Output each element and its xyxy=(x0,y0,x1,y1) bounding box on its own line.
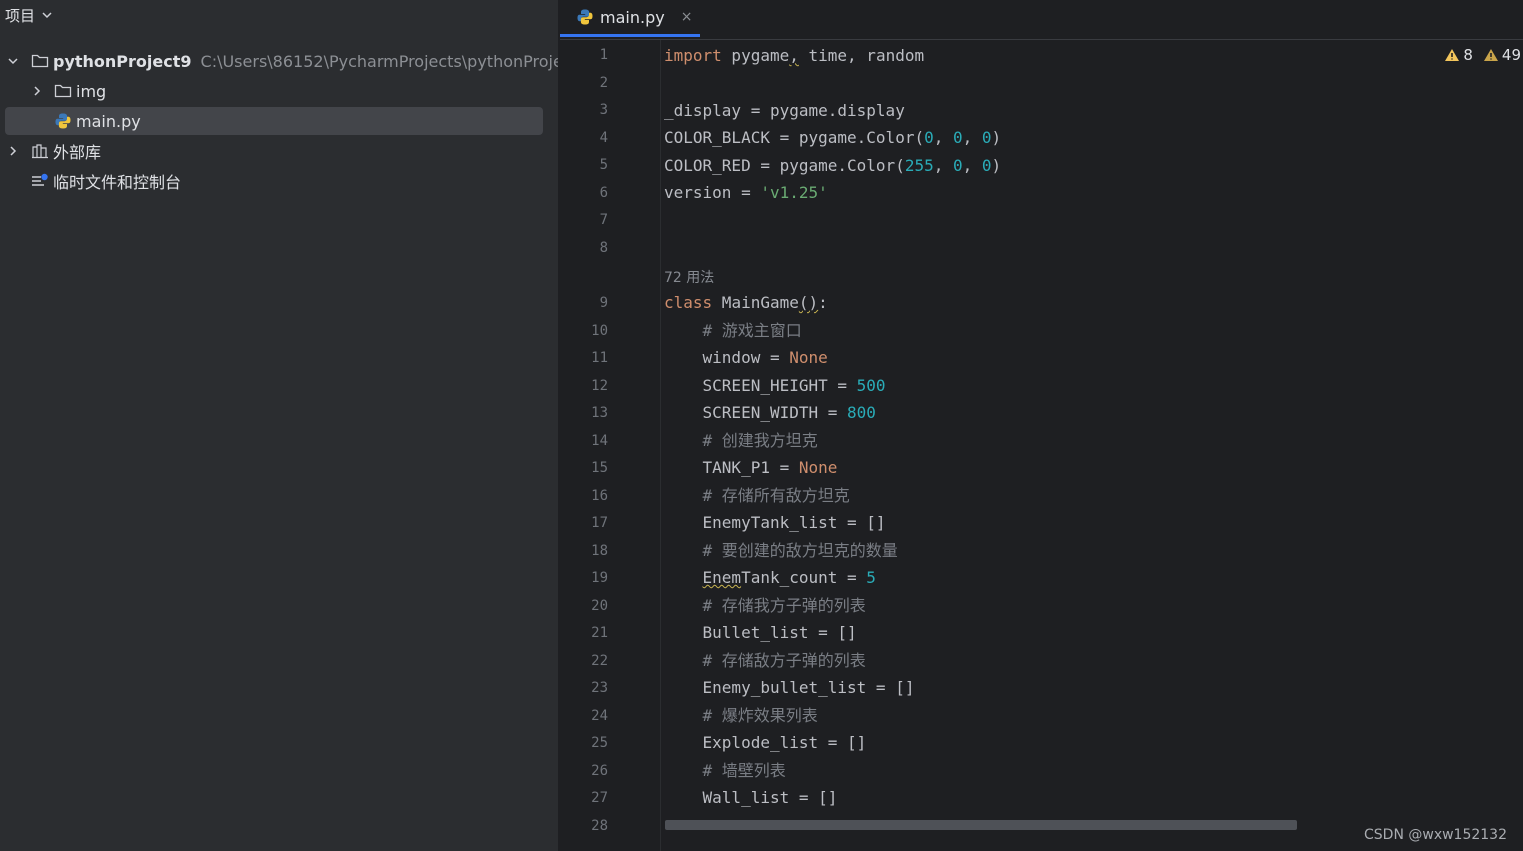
usage-hint[interactable]: 72 用法 xyxy=(664,267,714,287)
tree-item-label: 临时文件和控制台 xyxy=(53,173,182,192)
code-line-20: # 存储我方子弹的列表 xyxy=(702,596,866,615)
line-number: 2 xyxy=(599,74,608,91)
line-number: 9 xyxy=(599,295,608,311)
line-number: 22 xyxy=(591,652,608,669)
code-line-19: EnemTank_count = 5 xyxy=(702,568,876,587)
code-line-6: version = 'v1.25' xyxy=(664,183,828,202)
code-editor[interactable]: 1 2 3 4 5 6 7 8 9 10 11 12 13 14 15 16 17 18 19 20 21 22 23 24 2… xyxy=(560,40,1523,851)
line-number: 6 xyxy=(599,184,608,201)
tab-label: main.py xyxy=(600,7,665,27)
line-number: 28 xyxy=(591,817,608,834)
folder-icon xyxy=(53,81,73,101)
close-icon[interactable]: × xyxy=(681,9,693,25)
line-number: 11 xyxy=(591,350,608,366)
line-number: 3 xyxy=(599,102,608,118)
code-line-14: # 创建我方坦克 xyxy=(702,431,818,450)
line-number: 23 xyxy=(591,680,608,696)
line-number: 18 xyxy=(591,542,608,559)
weak-warning-count[interactable]: 49 xyxy=(1483,46,1521,64)
python-file-icon xyxy=(53,111,73,131)
code-line-22: # 存储敌方子弹的列表 xyxy=(702,651,866,670)
scratches-icon xyxy=(30,171,50,191)
line-number: 1 xyxy=(599,47,608,63)
tree-item-label: 外部库 xyxy=(53,143,102,162)
code-line-17: EnemyTank_list = [] xyxy=(664,513,886,532)
tree-item-label: img xyxy=(76,81,107,101)
code-line-15: TANK_P1 = None xyxy=(664,458,838,477)
project-panel-header[interactable]: 项目 xyxy=(5,4,55,26)
watermark: CSDN @wxw152132 xyxy=(1364,827,1507,843)
tree-item-img[interactable]: img xyxy=(5,77,543,105)
line-number: 25 xyxy=(591,735,608,751)
line-number: 10 xyxy=(591,322,608,339)
warning-icon xyxy=(1444,48,1460,62)
warning-icon xyxy=(1483,48,1499,62)
chevron-right-icon[interactable] xyxy=(5,143,21,159)
tab-main-py[interactable]: main.py × xyxy=(560,0,700,37)
editor-tab-bar: main.py × xyxy=(560,0,1523,40)
line-number: 19 xyxy=(591,570,608,586)
code-line-5: COLOR_RED = pygame.Color(255, 0, 0) xyxy=(664,156,1002,175)
code-line-24: # 爆炸效果列表 xyxy=(702,706,818,725)
warning-count[interactable]: 8 xyxy=(1444,46,1473,64)
code-line-23: Enemy_bullet_list = [] xyxy=(664,678,915,697)
code-line-4: COLOR_BLACK = pygame.Color(0, 0, 0) xyxy=(664,128,1002,147)
gutter-separator xyxy=(660,40,661,851)
line-number: 21 xyxy=(591,625,608,641)
project-panel-title: 项目 xyxy=(5,6,36,25)
tree-item-project-root[interactable]: pythonProject9 C:\Users\86152\PycharmPro… xyxy=(5,47,558,75)
folder-icon xyxy=(30,51,50,71)
code-line-13: SCREEN_WIDTH = 800 xyxy=(664,403,876,422)
project-panel: 项目 pythonProject9 C:\Users\86152\Pycharm… xyxy=(0,0,558,851)
tree-item-scratches[interactable]: 临时文件和控制台 xyxy=(5,167,543,195)
line-number: 8 xyxy=(599,239,608,256)
code-line-16: # 存储所有敌方坦克 xyxy=(702,486,850,505)
line-number: 5 xyxy=(599,157,608,173)
code-line-12: SCREEN_HEIGHT = 500 xyxy=(664,376,886,395)
code-line-18: # 要创建的敌方坦克的数量 xyxy=(702,541,898,560)
line-number: 14 xyxy=(591,432,608,449)
code-line-11: window = None xyxy=(664,348,828,367)
line-number-gutter: 1 2 3 4 5 6 7 8 9 10 11 12 13 14 15 16 17 18 19 20 21 22 23 24 2… xyxy=(560,40,660,851)
code-line-27: Wall_list = [] xyxy=(664,788,838,807)
line-number: 4 xyxy=(599,129,608,146)
line-number: 16 xyxy=(591,487,608,504)
code-line-9: class MainGame(): xyxy=(664,293,828,312)
chevron-down-icon[interactable] xyxy=(5,53,21,69)
line-number: 27 xyxy=(591,790,608,806)
code-line-1: import pygame, time, random xyxy=(664,46,925,65)
chevron-down-icon[interactable] xyxy=(39,7,55,23)
line-number: 13 xyxy=(591,405,608,421)
tree-item-main-py[interactable]: main.py xyxy=(5,107,543,135)
code-line-21: Bullet_list = [] xyxy=(664,623,857,642)
project-name: pythonProject9 xyxy=(53,51,192,71)
code-line-3: _display = pygame.display xyxy=(664,101,905,120)
line-number: 24 xyxy=(591,707,608,724)
code-line-26: # 墙壁列表 xyxy=(702,761,786,780)
library-icon xyxy=(30,141,50,161)
line-number: 17 xyxy=(591,515,608,531)
chevron-right-icon[interactable] xyxy=(29,83,45,99)
tree-item-label: main.py xyxy=(76,111,141,131)
line-number: 7 xyxy=(599,212,608,228)
horizontal-scrollbar[interactable] xyxy=(665,820,1297,830)
line-number: 20 xyxy=(591,597,608,614)
line-number: 26 xyxy=(591,762,608,779)
code-line-25: Explode_list = [] xyxy=(664,733,867,752)
tree-item-external-libraries[interactable]: 外部库 xyxy=(5,137,543,165)
inspection-widget[interactable]: 8 49 xyxy=(1444,46,1521,64)
python-file-icon xyxy=(576,8,594,26)
code-line-10: # 游戏主窗口 xyxy=(702,321,802,340)
line-number: 15 xyxy=(591,460,608,476)
line-number: 12 xyxy=(591,377,608,394)
project-path: C:\Users\86152\PycharmProjects\pythonPro… xyxy=(200,51,558,71)
